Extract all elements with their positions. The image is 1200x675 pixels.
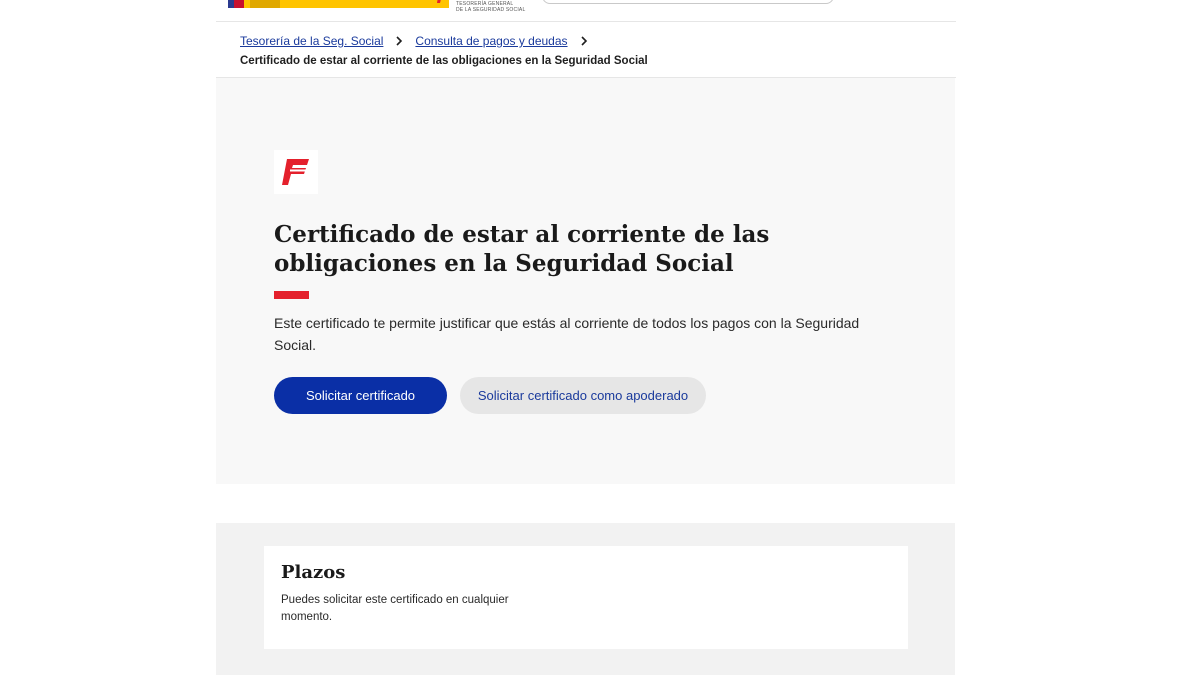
institution-name-line2: DE LA SEGURIDAD SOCIAL xyxy=(456,7,526,13)
plazos-card: Plazos Puedes solicitar este certificado… xyxy=(264,546,908,649)
breadcrumb-current: Certificado de estar al corriente de las… xyxy=(240,55,648,67)
request-certificate-button[interactable]: Solicitar certificado xyxy=(274,377,447,414)
institution-name: TESORERÍA GENERAL DE LA SEGURIDAD SOCIAL xyxy=(456,1,525,13)
breadcrumb-link-tesoreria[interactable]: Tesorería de la Seg. Social xyxy=(240,34,383,48)
request-certificate-as-agent-button[interactable]: Solicitar certificado como apoderado xyxy=(460,377,706,414)
chevron-right-icon xyxy=(580,33,588,49)
breadcrumb-links: Tesorería de la Seg. Social Consulta de … xyxy=(240,33,940,49)
tgss-mini-logo-icon[interactable] xyxy=(436,0,450,4)
plazos-text: Puedes solicitar este certificado en cua… xyxy=(281,594,509,623)
chevron-right-icon xyxy=(395,33,403,49)
page-description: Este certificado te permite justificar q… xyxy=(274,315,860,353)
search-input[interactable] xyxy=(542,0,834,4)
plazos-title: Plazos xyxy=(281,562,346,583)
title-accent-bar xyxy=(274,291,309,299)
gov-flag-red xyxy=(234,0,244,8)
page-title: Certificado de estar al corriente de las… xyxy=(274,221,770,277)
gov-logo-shield xyxy=(250,0,280,8)
plazos-section: Plazos Puedes solicitar este certificado… xyxy=(216,523,955,675)
tgss-logo-icon xyxy=(274,150,318,194)
breadcrumb-link-consulta-pagos[interactable]: Consulta de pagos y deudas xyxy=(415,34,567,48)
breadcrumb: Tesorería de la Seg. Social Consulta de … xyxy=(240,33,940,67)
site-header: TESORERÍA GENERAL DE LA SEGURIDAD SOCIAL xyxy=(216,0,956,22)
hero-section: Certificado de estar al corriente de las… xyxy=(216,78,955,484)
page: TESORERÍA GENERAL DE LA SEGURIDAD SOCIAL… xyxy=(0,0,1200,675)
